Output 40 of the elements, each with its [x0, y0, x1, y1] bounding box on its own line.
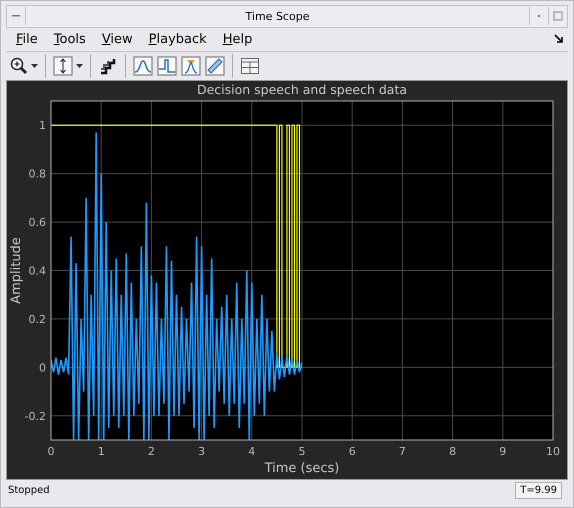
x-axis-label: Time (secs) — [264, 461, 340, 476]
y-axis-label: Amplitude — [9, 238, 24, 304]
y-tick-label: 0.4 — [28, 264, 46, 278]
x-tick-label: 4 — [248, 445, 256, 458]
menu-item[interactable]: Tools — [48, 32, 96, 47]
window-title: Time Scope — [244, 10, 310, 23]
dock-icon[interactable] — [554, 34, 564, 44]
x-tick-label: 0 — [48, 445, 54, 458]
x-tick-label: 2 — [148, 445, 155, 458]
dropdown-caret-icon[interactable] — [76, 64, 83, 68]
y-tick-label: 0.8 — [28, 168, 46, 181]
y-tick-label: 1 — [39, 120, 46, 133]
x-tick-label: 8 — [449, 445, 456, 458]
status-text: Stopped — [8, 485, 50, 496]
zoom-icon[interactable] — [10, 56, 28, 75]
x-tick-label: 3 — [198, 445, 206, 458]
scale-axes-icon[interactable] — [53, 56, 73, 76]
y-tick-label: 0.2 — [28, 313, 46, 326]
peak-marker-icon[interactable] — [181, 56, 201, 76]
menu-item[interactable]: Help — [216, 32, 262, 47]
layout-grid-icon[interactable] — [240, 56, 260, 76]
menu-item[interactable]: Playback — [142, 32, 217, 47]
x-tick-label: 7 — [398, 445, 406, 458]
maximize-icon[interactable] — [553, 11, 563, 22]
ruler-icon[interactable] — [205, 56, 225, 76]
y-tick-label: -0.2 — [24, 410, 46, 424]
bell-curve-icon[interactable] — [133, 56, 153, 76]
chart-title: Decision speech and speech data — [196, 82, 408, 98]
x-tick-label: 9 — [499, 445, 506, 458]
time-readout: T=9.99 — [515, 482, 562, 500]
y-tick-label: 0.6 — [28, 216, 46, 230]
x-tick-label: 6 — [348, 445, 356, 458]
dropdown-caret-icon[interactable] — [31, 64, 38, 68]
step-signal-icon[interactable] — [157, 56, 177, 76]
x-tick-label: 1 — [98, 445, 105, 458]
menu-item[interactable]: View — [96, 32, 143, 47]
x-tick-label: 5 — [298, 445, 306, 458]
x-tick-label: 10 — [546, 445, 560, 458]
y-tick-label: 0 — [39, 362, 46, 375]
menu-item[interactable]: File — [10, 32, 48, 47]
